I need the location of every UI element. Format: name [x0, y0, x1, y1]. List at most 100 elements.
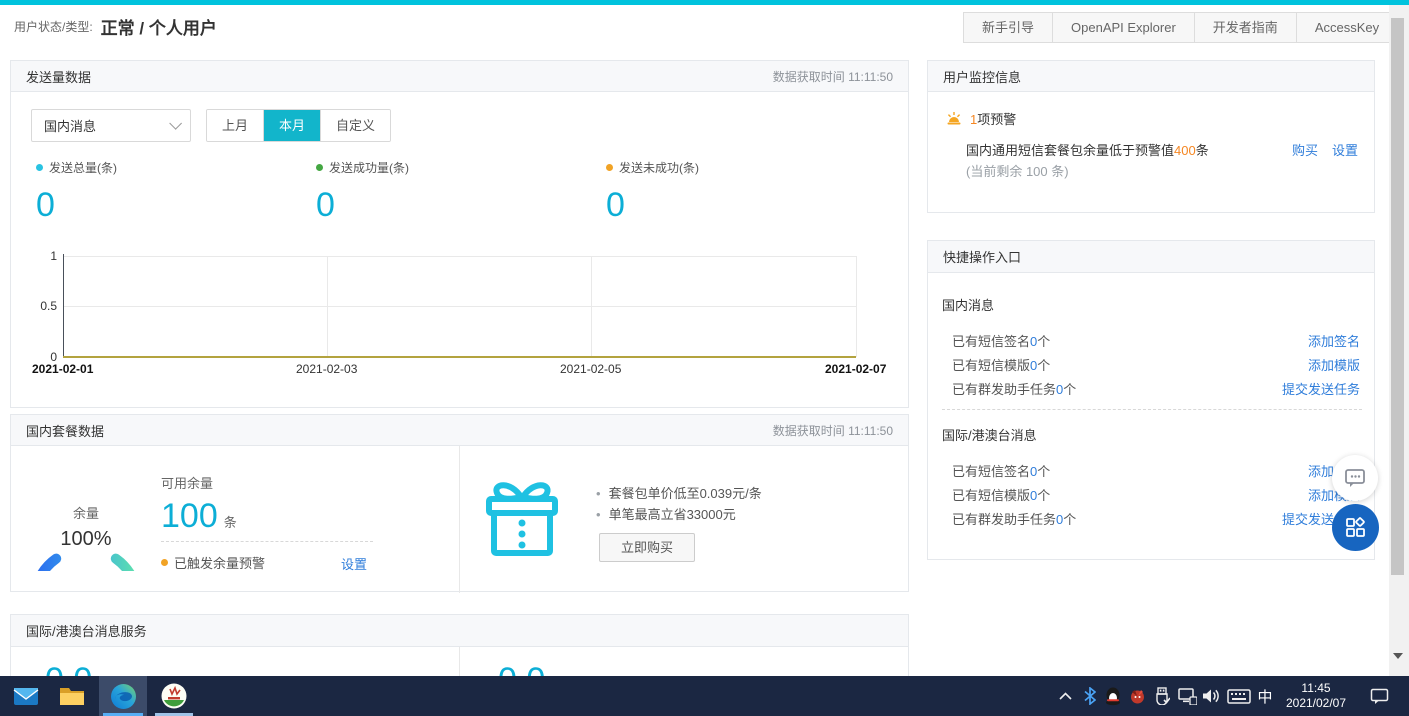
row-suffix: 个: [1063, 512, 1076, 527]
y-tick-05: 0.5: [27, 299, 57, 313]
quick-actions-panel: 快捷操作入口 国内消息 已有短信签名0个 添加签名 已有短信模版0个 添加模版 …: [927, 240, 1375, 560]
file-explorer-icon: [59, 685, 85, 707]
chat-bubble-icon: [1344, 468, 1366, 488]
alert-settings-link[interactable]: 设置: [1332, 140, 1358, 159]
send-volume-panel-title: 发送量数据: [26, 67, 91, 86]
dashed-separator: [161, 541, 373, 542]
promo-bullet-price-text: 套餐包单价低至0.039元/条: [609, 486, 762, 501]
row-label: 已有短信签名: [952, 334, 1030, 349]
stat-total-sent-value: 0: [36, 186, 276, 225]
message-type-dropdown[interactable]: 国内消息: [31, 109, 191, 142]
stat-success-label: 发送成功量(条): [329, 159, 409, 176]
alert-action-links: 购买 设置: [1292, 140, 1358, 159]
tray-usb-icon[interactable]: [1149, 676, 1175, 716]
app-logo-icon: [161, 683, 187, 709]
row-label: 已有短信签名: [952, 464, 1030, 479]
feedback-chat-button[interactable]: [1332, 455, 1378, 501]
tray-network-icon[interactable]: [1173, 676, 1201, 716]
quick-group-domestic: 国内消息: [942, 295, 994, 314]
row-label: 已有群发助手任务: [952, 382, 1056, 397]
add-signature-link[interactable]: 添加签名: [1308, 331, 1360, 349]
warning-settings-link[interactable]: 设置: [341, 554, 367, 573]
quick-group-intl: 国际/港澳台消息: [942, 425, 1037, 444]
header-button-group: 新手引导 OpenAPI Explorer 开发者指南 AccessKey: [963, 12, 1398, 43]
windows-taskbar: 中 11:45 2021/02/07: [0, 676, 1409, 716]
widget-apps-button[interactable]: [1332, 504, 1379, 551]
dashed-separator: [942, 409, 1362, 410]
available-balance-label: 可用余量: [161, 473, 213, 492]
gauge-value: 100%: [26, 528, 146, 551]
add-template-link[interactable]: 添加模版: [1308, 355, 1360, 373]
tray-ime-indicator[interactable]: 中: [1250, 676, 1280, 716]
row-label: 已有短信模版: [952, 488, 1030, 503]
taskbar-file-explorer-button[interactable]: [50, 676, 94, 716]
clock-time: 11:45: [1283, 681, 1349, 696]
taskbar-mail-button[interactable]: [4, 676, 48, 716]
intl-partial-value-left: 0.0: [45, 663, 92, 676]
period-tabs: 上月 本月 自定义: [206, 109, 391, 142]
taskbar-edge-button[interactable]: [99, 676, 147, 716]
tray-red-app-icon[interactable]: [1124, 676, 1150, 716]
x-tick-0201: 2021-02-01: [32, 362, 93, 376]
stat-success-value: 0: [316, 186, 556, 225]
x-tick-0207: 2021-02-07: [825, 362, 886, 376]
available-balance-number: 100: [161, 497, 218, 535]
quick-row-template-intl: 已有短信模版0个 添加模版: [952, 485, 1360, 503]
send-volume-panel: 发送量数据 数据获取时间 11:11:50 国内消息 上月 本月 自定义 发送总…: [10, 60, 909, 408]
quick-row-signature-intl: 已有短信签名0个 添加签名: [952, 461, 1360, 479]
buy-now-button[interactable]: 立即购买: [599, 533, 695, 562]
beginner-guide-button[interactable]: 新手引导: [963, 12, 1053, 43]
gridline: [327, 256, 328, 357]
action-center-button[interactable]: [1362, 676, 1396, 716]
tray-bluetooth-icon[interactable]: [1078, 676, 1102, 716]
accesskey-button[interactable]: AccessKey: [1297, 12, 1398, 43]
user-monitor-panel-title: 用户监控信息: [943, 67, 1021, 86]
mail-icon: [13, 685, 39, 707]
promo-bullet-price: 套餐包单价低至0.039元/条: [596, 483, 762, 502]
tray-qq-icon[interactable]: [1100, 676, 1126, 716]
orange-dot-icon: [161, 559, 168, 566]
submit-task-link[interactable]: 提交发送任务: [1282, 379, 1360, 397]
intl-service-panel-title: 国际/港澳台消息服务: [26, 621, 147, 640]
message-type-dropdown-value: 国内消息: [44, 116, 96, 135]
domestic-package-panel-header: 国内套餐数据 数据获取时间 11:11:50: [11, 415, 908, 446]
gridline: [63, 256, 856, 257]
stat-failed: 发送未成功(条) 0: [606, 159, 846, 225]
row-suffix: 个: [1063, 382, 1076, 397]
available-balance-value: 100 条: [161, 497, 237, 536]
openapi-explorer-button[interactable]: OpenAPI Explorer: [1053, 12, 1195, 43]
alert-count-suffix: 项预警: [977, 112, 1016, 127]
row-label: 已有群发助手任务: [952, 512, 1056, 527]
tab-custom[interactable]: 自定义: [320, 110, 390, 141]
alert-buy-link[interactable]: 购买: [1292, 140, 1318, 159]
tab-last-month[interactable]: 上月: [207, 110, 263, 141]
gridline: [63, 306, 856, 307]
developer-guide-button[interactable]: 开发者指南: [1195, 12, 1297, 43]
alert-message-prefix: 国内通用短信套餐包余量低于预警值: [966, 143, 1174, 158]
user-status-value: 正常 / 个人用户: [101, 14, 217, 39]
tray-volume-icon[interactable]: [1198, 676, 1224, 716]
intl-partial-value-right: 0.0: [498, 663, 545, 676]
scrollbar-down-arrow[interactable]: [1393, 653, 1403, 659]
page-scrollbar[interactable]: [1389, 5, 1409, 676]
domestic-package-fetch-time: 数据获取时间 11:11:50: [773, 422, 893, 439]
alert-message-suffix: 条: [1196, 143, 1209, 158]
clock-date: 2021/02/07: [1283, 696, 1349, 711]
y-tick-1: 1: [27, 249, 57, 263]
row-suffix: 个: [1037, 358, 1050, 373]
taskbar-app-button[interactable]: [152, 676, 196, 716]
stat-total-sent-label: 发送总量(条): [49, 159, 117, 176]
quick-row-batch-domestic: 已有群发助手任务0个 提交发送任务: [952, 379, 1360, 397]
mini-apps-icon: [1345, 517, 1366, 538]
available-balance-unit: 条: [224, 515, 237, 530]
tab-this-month[interactable]: 本月: [263, 110, 320, 141]
scrollbar-thumb[interactable]: [1391, 18, 1404, 575]
taskbar-clock[interactable]: 11:45 2021/02/07: [1283, 676, 1349, 716]
tray-chevron-up-icon[interactable]: [1052, 676, 1078, 716]
chart-data-line: [63, 356, 856, 358]
gridline: [856, 256, 857, 357]
alert-threshold-value: 400: [1174, 143, 1196, 158]
panel-divider: [459, 446, 460, 593]
stat-success: 发送成功量(条) 0: [316, 159, 556, 225]
panel-divider: [459, 647, 460, 676]
